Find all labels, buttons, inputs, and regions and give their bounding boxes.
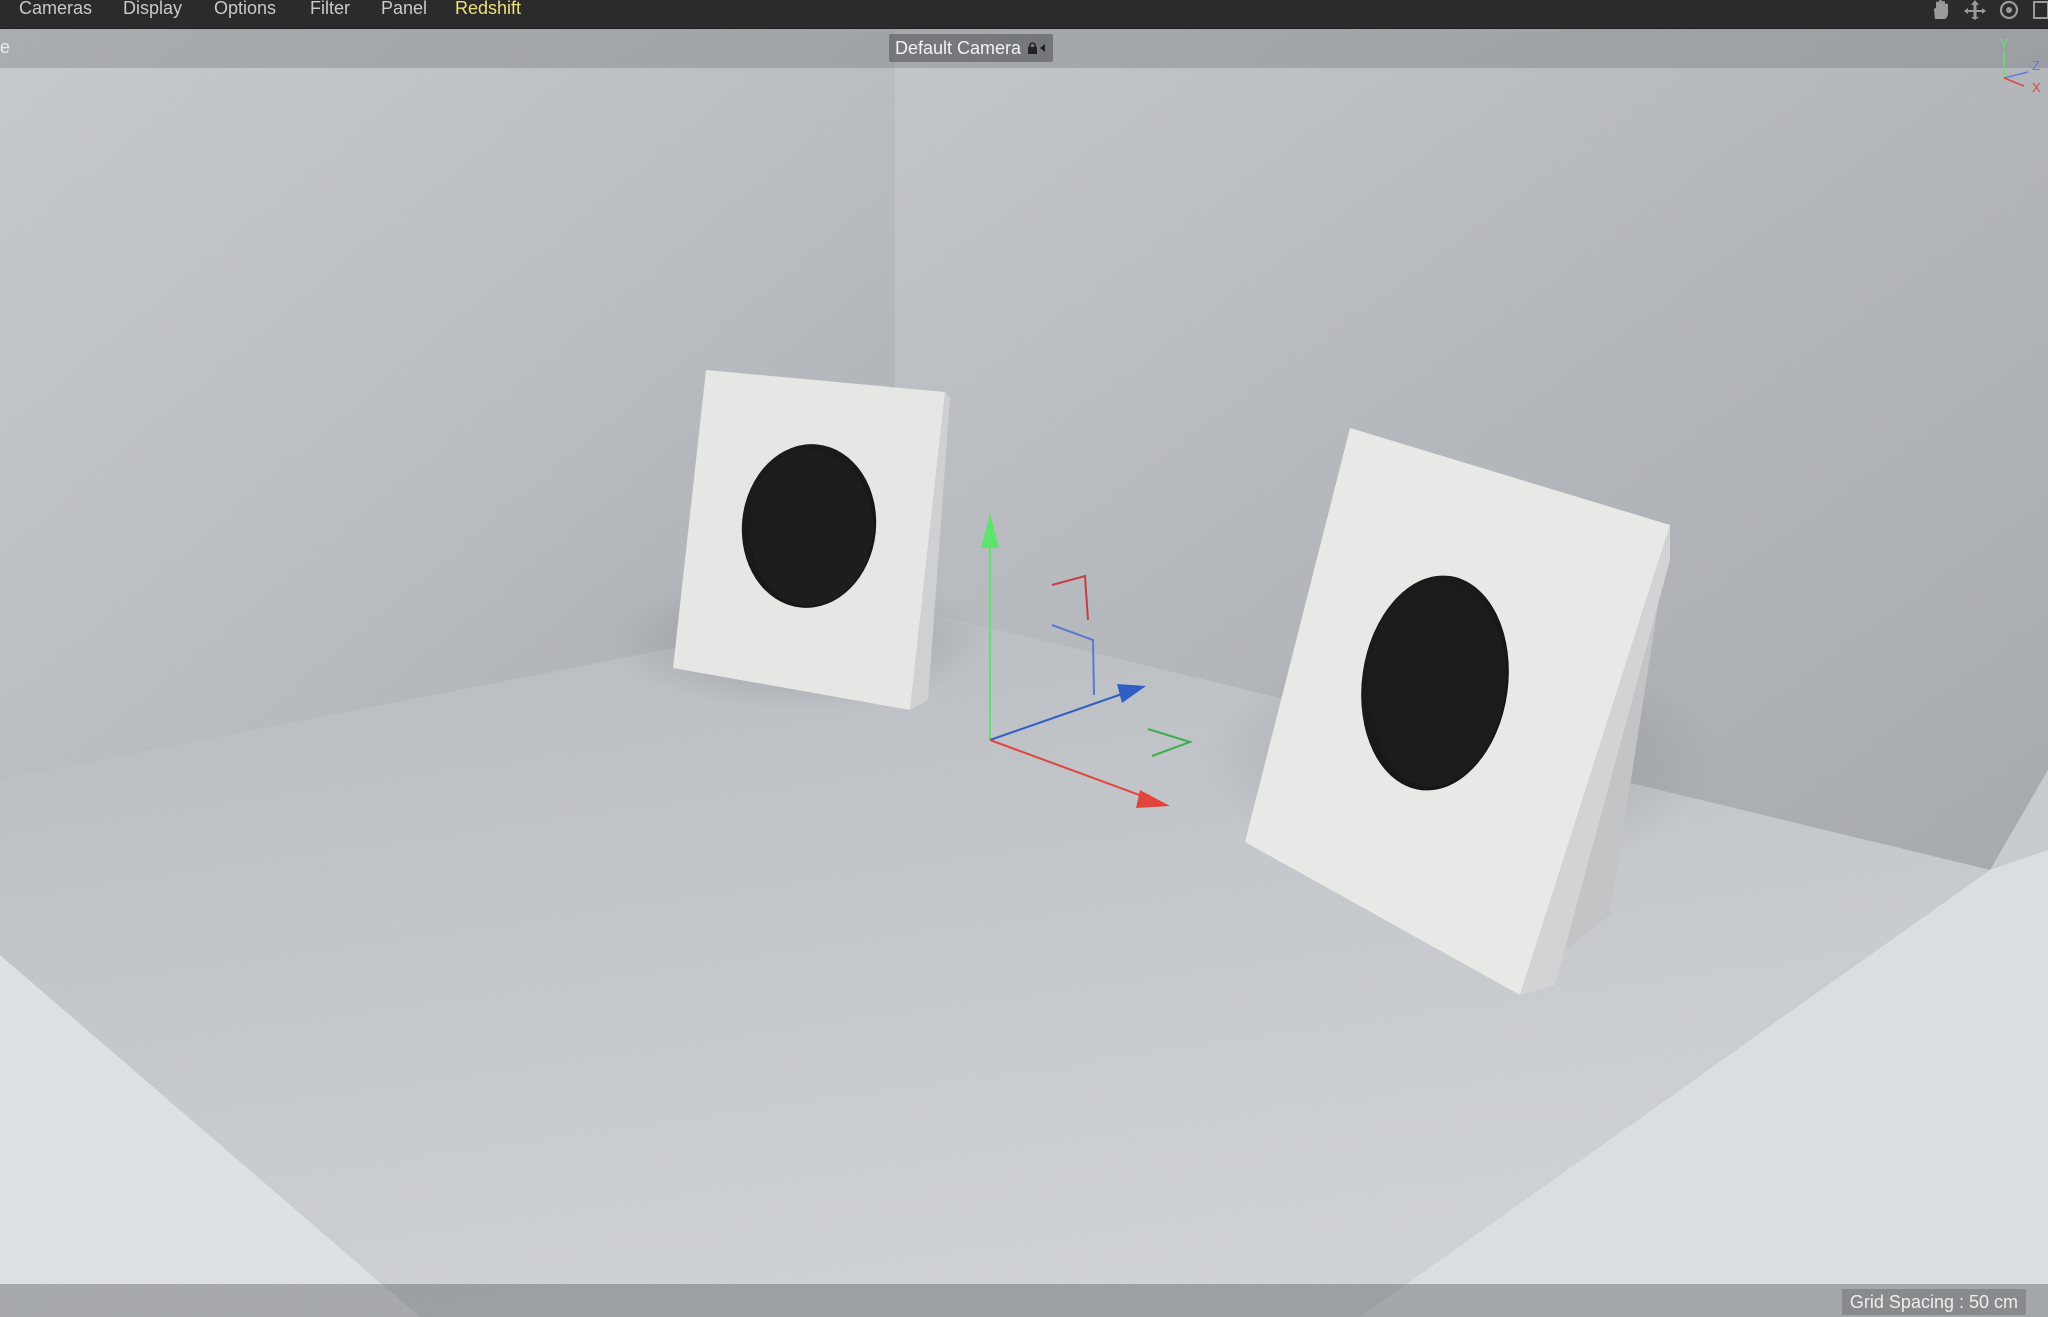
axis-x-label: X (2032, 80, 2041, 95)
rotate-icon[interactable] (1998, 0, 2020, 20)
hand-pan-icon[interactable] (1930, 0, 1952, 20)
camera-name: Default Camera (895, 37, 1022, 58)
maximize-icon[interactable] (2030, 0, 2048, 20)
scene-render (0, 28, 2048, 1317)
axis-z-label: Z (2032, 58, 2040, 73)
camera-selector[interactable]: Default Camera (889, 34, 1054, 62)
viewport-status-bar: Grid Spacing : 50 cm (0, 1284, 2048, 1317)
menu-options[interactable]: Options (214, 0, 276, 19)
grid-spacing-label: Grid Spacing : 50 cm (1841, 1289, 2026, 1315)
3d-viewport[interactable]: re Default Camera Y Z X Grid Spacing : 5… (0, 28, 2048, 1317)
viewport-left-label: re (0, 37, 11, 57)
menu-bar: Cameras Display Options Filter Panel Red… (0, 0, 2048, 29)
menu-display[interactable]: Display (123, 0, 182, 19)
menu-panel[interactable]: Panel (381, 0, 427, 19)
axis-y-label: Y (2000, 36, 2009, 51)
menu-cameras[interactable]: Cameras (19, 0, 92, 19)
menu-filter[interactable]: Filter (310, 0, 350, 19)
viewport-header: re Default Camera (0, 28, 2048, 68)
menu-redshift[interactable]: Redshift (455, 0, 521, 19)
orientation-axes: Y Z X (1994, 34, 2048, 96)
camera-lock-icon[interactable] (1027, 41, 1047, 55)
move-icon[interactable] (1964, 0, 1986, 20)
